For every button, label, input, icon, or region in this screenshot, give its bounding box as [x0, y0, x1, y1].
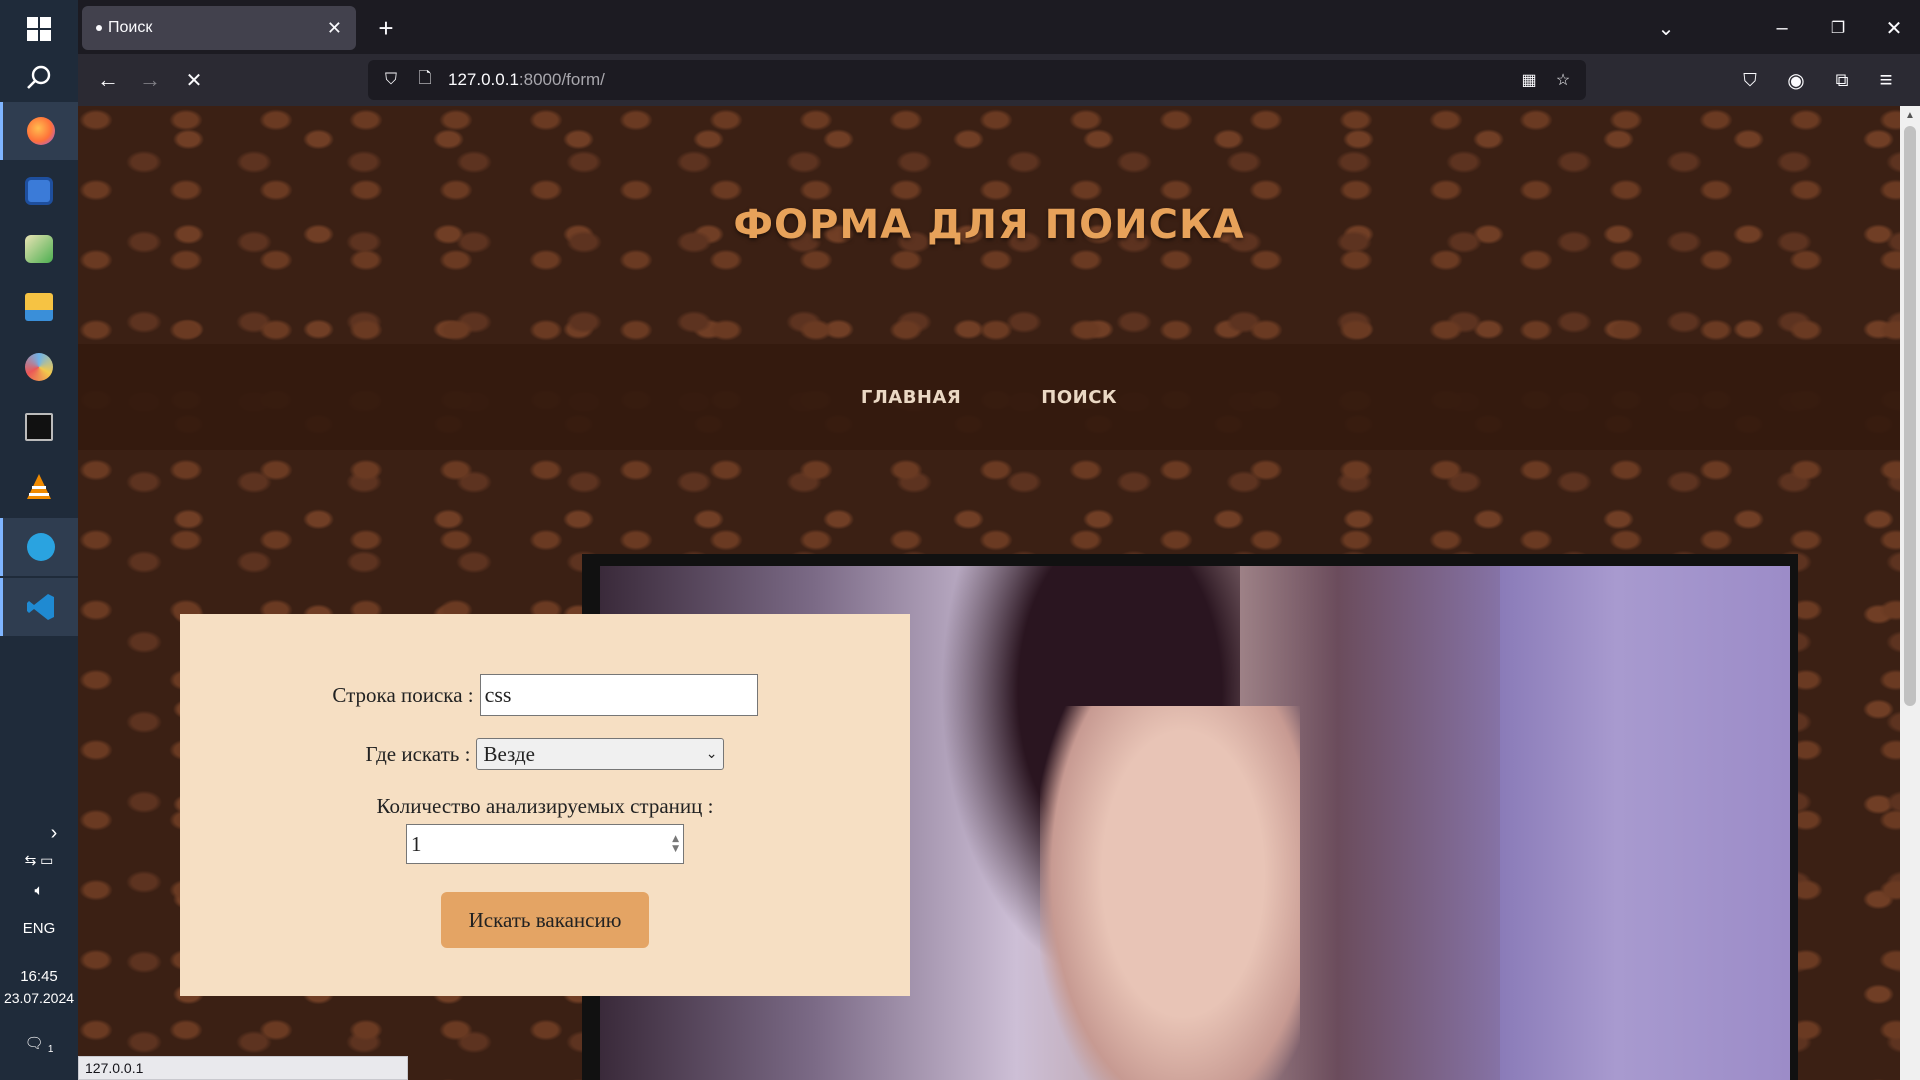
taskbar-search-button[interactable] [0, 48, 78, 106]
taskbar-app-terminal[interactable] [0, 398, 78, 456]
taskbar-app-paint[interactable] [0, 338, 78, 396]
where-select[interactable]: Везде ⌄ [476, 738, 725, 770]
telegram-icon [26, 533, 55, 561]
scroll-thumb[interactable] [1904, 126, 1916, 706]
url-bar[interactable]: ⛉ 🗋︎ 127.0.0.1 :8000/form/ ▦ ☆ [368, 60, 1586, 100]
language-indicator[interactable]: ENG [0, 920, 78, 937]
terminal-icon [25, 413, 53, 441]
where-selected-value: Везде [483, 741, 535, 766]
taskbar-app-explorer[interactable] [0, 278, 78, 336]
taskbar-app-telegram[interactable] [0, 518, 78, 576]
restore-button[interactable]: ❐ [1818, 10, 1858, 46]
save-disk-icon [25, 177, 53, 205]
pages-label: Количество анализируемых страниц : [376, 794, 714, 818]
vlc-icon [27, 474, 51, 499]
forward-button[interactable]: → [132, 62, 168, 98]
stop-loading-button[interactable]: ✕ [176, 62, 212, 98]
pages-value: 1 [411, 831, 422, 856]
paint-icon [25, 353, 53, 381]
url-path: :8000/form/ [518, 70, 605, 89]
taskbar-app-firefox[interactable] [0, 102, 78, 160]
page-icon: 🗋︎ [418, 69, 432, 87]
chevron-down-icon: ⌄ [705, 746, 718, 762]
query-input[interactable]: css [479, 674, 758, 716]
page-scrollbar[interactable]: ▲ [1900, 106, 1920, 1080]
spinner-arrows-icon[interactable]: ▲ ▼ [672, 834, 679, 854]
file-explorer-icon [25, 293, 53, 321]
site-navigation: ГЛАВНАЯ ПОИСК [78, 344, 1900, 450]
firefox-icon [26, 117, 55, 145]
query-label: Строка поиска : [332, 682, 474, 707]
navigation-toolbar: ← → ✕ ⛉ 🗋︎ 127.0.0.1 :8000/form/ ▦ ☆ ⛉ ◉… [78, 54, 1920, 106]
tab-active[interactable]: Поиск ✕ [82, 6, 356, 50]
list-all-tabs-chevron-icon[interactable]: ⌄ [1646, 10, 1686, 46]
windows-icon [27, 17, 51, 41]
back-button[interactable]: ← [90, 62, 126, 98]
notification-icon: 🗨︎ [24, 1035, 44, 1052]
search-form: Строка поиска : css Где искать : Везде ⌄… [180, 614, 910, 996]
window-close-button[interactable]: ✕ [1874, 10, 1914, 46]
tab-close-icon[interactable]: ✕ [327, 18, 342, 39]
pages-row: 1 ▲ ▼ [180, 824, 910, 864]
where-row: Где искать : Везде ⌄ [180, 738, 910, 770]
query-row: Строка поиска : css [180, 674, 910, 716]
search-vacancy-button[interactable]: Искать вакансию [441, 892, 649, 948]
tab-strip: Поиск ✕ + ⌄ – ❐ ✕ [78, 0, 1920, 54]
loading-dot-icon [96, 25, 102, 31]
site-extension-icon[interactable]: ▦ [1518, 69, 1540, 91]
search-icon [27, 65, 51, 89]
taskbar-app-disk[interactable] [0, 162, 78, 220]
pages-label-row: Количество анализируемых страниц : [180, 794, 910, 819]
taskbar-app-image-editor[interactable] [0, 220, 78, 278]
new-tab-button[interactable]: + [368, 10, 404, 46]
clock-time[interactable]: 16:45 [0, 968, 78, 985]
scroll-up-arrow-icon[interactable]: ▲ [1900, 106, 1920, 124]
tab-title: Поиск [108, 19, 153, 36]
account-icon[interactable]: ◉ [1778, 62, 1814, 98]
taskbar-app-vlc[interactable] [0, 458, 78, 516]
bookmark-star-icon[interactable]: ☆ [1552, 69, 1574, 91]
page-viewport: ФОРМА ДЛЯ ПОИСКА ГЛАВНАЯ ПОИСК Строка по… [78, 106, 1900, 1080]
tray-volume-icon[interactable]: 🔈︎ [0, 882, 78, 899]
menu-hamburger-icon[interactable]: ≡ [1868, 62, 1904, 98]
tray-network-icon[interactable]: ⇆ ▭ [0, 852, 78, 869]
page-title: ФОРМА ДЛЯ ПОИСКА [733, 202, 1245, 248]
shield-icon[interactable]: ⛉ [380, 69, 402, 91]
url-host: 127.0.0.1 [448, 70, 519, 89]
extensions-icon[interactable]: ⧉ [1824, 62, 1860, 98]
notifications-button[interactable]: 🗨︎ 1 [0, 1034, 78, 1055]
image-editor-icon [25, 235, 53, 263]
pocket-icon[interactable]: ⛉ [1732, 62, 1768, 98]
pages-number-input[interactable]: 1 ▲ ▼ [406, 824, 684, 864]
tray-expand-chevron-icon[interactable]: › [0, 822, 78, 845]
clock-date[interactable]: 23.07.2024 [0, 990, 78, 1006]
nav-link-home[interactable]: ГЛАВНАЯ [861, 387, 961, 408]
nav-link-search[interactable]: ПОИСК [1041, 387, 1117, 408]
status-bar: 127.0.0.1 [78, 1056, 408, 1080]
submit-row: Искать вакансию [180, 892, 910, 948]
notification-count: 1 [47, 1044, 54, 1055]
vscode-icon [26, 594, 54, 620]
taskbar-app-vscode[interactable] [0, 578, 78, 636]
minimize-button[interactable]: – [1762, 10, 1802, 46]
taskbar: › ⇆ ▭ 🔈︎ ENG 16:45 23.07.2024 🗨︎ 1 [0, 0, 78, 1080]
where-label: Где искать : [365, 741, 471, 766]
